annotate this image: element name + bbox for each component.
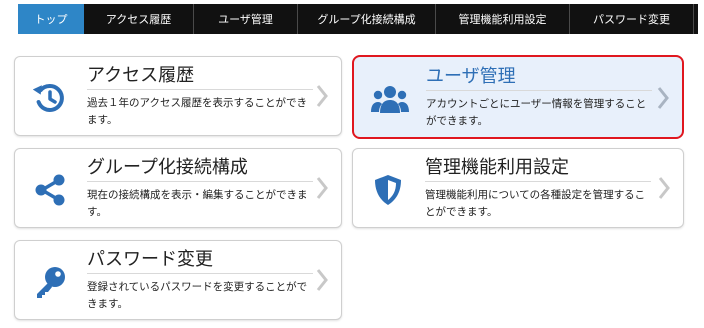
card-access-history[interactable]: アクセス履歴 過去１年のアクセス履歴を表示することができます。 — [14, 56, 342, 136]
chevron-right-icon — [316, 269, 328, 291]
chevron-right-icon — [657, 87, 669, 109]
history-icon — [33, 84, 64, 112]
card-title: パスワード変更 — [87, 249, 313, 274]
card-title: グループ化接続構成 — [87, 157, 313, 182]
nav-tab-top[interactable]: トップ — [18, 4, 84, 34]
shield-icon — [375, 175, 401, 205]
card-description: 管理機能利用についての各種設定を管理することができます。 — [425, 189, 646, 218]
card-title: アクセス履歴 — [87, 65, 313, 90]
users-icon — [371, 86, 409, 113]
nav-tab-admin-settings[interactable]: 管理機能利用設定 — [436, 4, 570, 34]
nav-tab-password-change[interactable]: パスワード変更 — [570, 4, 694, 34]
nav-tab-access-history[interactable]: アクセス履歴 — [84, 4, 194, 34]
card-password-change[interactable]: パスワード変更 登録されているパスワードを変更することができます。 — [14, 240, 342, 320]
card-title: 管理機能利用設定 — [425, 157, 651, 182]
card-group-connection[interactable]: グループ化接続構成 現在の接続構成を表示・編集することができます。 — [14, 148, 342, 228]
card-description: 登録されているパスワードを変更することができます。 — [87, 281, 308, 310]
nav-tab-group-connection[interactable]: グループ化接続構成 — [298, 4, 436, 34]
key-icon — [37, 267, 65, 298]
chevron-right-icon — [658, 177, 670, 199]
card-description: アカウントごとにユーザー情報を管理することができます。 — [426, 98, 647, 127]
top-nav: トップ アクセス履歴 ユーザ管理 グループ化接続構成 管理機能利用設定 パスワー… — [18, 4, 698, 34]
card-description: 現在の接続構成を表示・編集することができます。 — [87, 189, 308, 218]
share-icon — [35, 174, 65, 206]
nav-tab-user-management[interactable]: ユーザ管理 — [194, 4, 298, 34]
card-description: 過去１年のアクセス履歴を表示することができます。 — [87, 97, 307, 126]
card-title: ユーザ管理 — [426, 66, 652, 91]
card-user-management[interactable]: ユーザ管理 アカウントごとにユーザー情報を管理することができます。 — [352, 55, 684, 139]
chevron-right-icon — [316, 85, 328, 107]
card-admin-settings[interactable]: 管理機能利用設定 管理機能利用についての各種設定を管理することができます。 — [352, 148, 684, 228]
chevron-right-icon — [316, 177, 328, 199]
